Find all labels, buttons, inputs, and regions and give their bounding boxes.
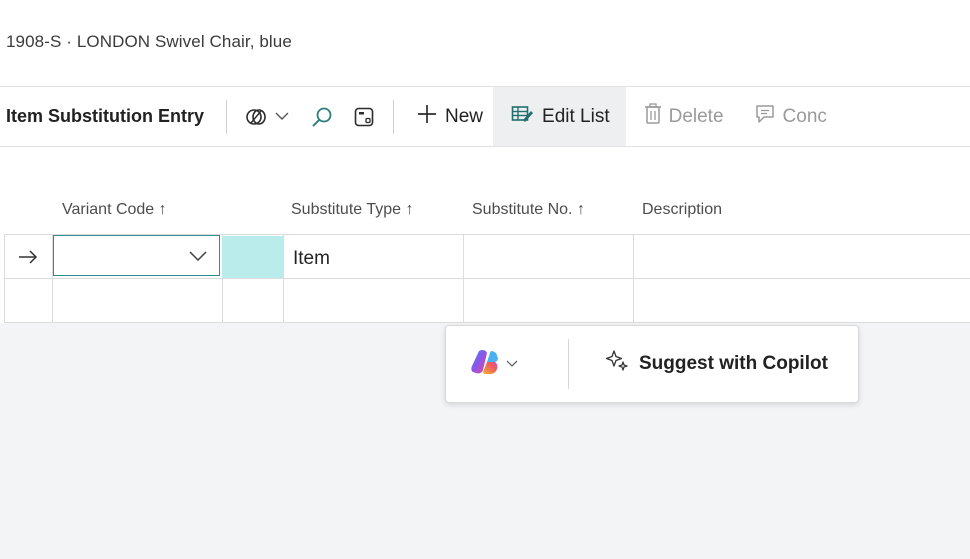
- toolbar-divider: [393, 99, 394, 134]
- column-header-substitute-type[interactable]: Substitute Type ↑: [291, 201, 413, 219]
- trash-icon: [644, 102, 662, 131]
- toolbar-title: Item Substitution Entry: [6, 106, 204, 126]
- action-bar: Item Substitution Entry New Edit List De…: [0, 87, 970, 146]
- substitute-type-cell[interactable]: [283, 279, 284, 322]
- edit-list-button[interactable]: Edit List: [493, 87, 626, 146]
- table-row[interactable]: [4, 279, 970, 323]
- row-selector-cell: [4, 279, 5, 322]
- copilot-menu-button[interactable]: [446, 340, 546, 388]
- highlighted-cell[interactable]: [222, 236, 283, 278]
- sort-ascending-icon: ↑: [405, 201, 414, 218]
- variant-code-dropdown[interactable]: [53, 235, 220, 276]
- edit-list-icon: [511, 104, 535, 130]
- toolbar-divider: [226, 99, 227, 134]
- filter-pane-icon: [245, 107, 267, 127]
- filter-pane-button[interactable]: [233, 87, 301, 146]
- variant-code-cell[interactable]: [52, 279, 53, 322]
- substitute-no-cell[interactable]: [463, 279, 464, 322]
- edit-list-label: Edit List: [542, 105, 610, 127]
- description-cell[interactable]: [633, 235, 634, 278]
- sort-ascending-icon: ↑: [576, 201, 585, 218]
- plus-icon: [416, 103, 438, 131]
- sparkle-icon: [605, 349, 629, 379]
- new-button-label: New: [445, 105, 484, 127]
- conc-button[interactable]: Conc: [736, 87, 827, 146]
- copilot-prompt-card: Suggest with Copilot: [445, 325, 859, 403]
- substitute-type-value[interactable]: Item: [293, 248, 330, 270]
- delete-button[interactable]: Delete: [626, 87, 736, 146]
- current-row-arrow-icon: [4, 236, 52, 278]
- column-header-description[interactable]: Description: [642, 201, 722, 219]
- page-title: 1908-S · LONDON Swivel Chair, blue: [6, 32, 292, 51]
- spacer-cell: [222, 279, 223, 322]
- copilot-logo-icon: [470, 348, 500, 381]
- substitute-type-cell: [283, 235, 284, 278]
- search-button[interactable]: [301, 87, 343, 146]
- suggest-with-copilot-label: Suggest with Copilot: [639, 353, 828, 374]
- column-header-variant-code[interactable]: Variant Code ↑: [62, 201, 167, 219]
- column-header-substitute-no[interactable]: Substitute No. ↑: [472, 201, 585, 219]
- delete-button-label: Delete: [668, 105, 724, 127]
- sort-ascending-icon: ↑: [158, 201, 167, 218]
- description-cell[interactable]: [633, 279, 634, 322]
- toolbar-bottom-divider: [0, 146, 970, 147]
- new-button[interactable]: New: [406, 87, 493, 146]
- search-icon: [311, 106, 333, 128]
- substitute-no-cell[interactable]: [463, 235, 464, 278]
- suggest-with-copilot-button[interactable]: Suggest with Copilot: [569, 349, 828, 379]
- chevron-down-icon: [506, 355, 518, 373]
- conc-button-label: Conc: [782, 105, 827, 127]
- comment-icon: [754, 103, 776, 131]
- layout-button[interactable]: [343, 87, 385, 146]
- layout-icon: [353, 106, 375, 128]
- chevron-down-icon: [275, 112, 289, 121]
